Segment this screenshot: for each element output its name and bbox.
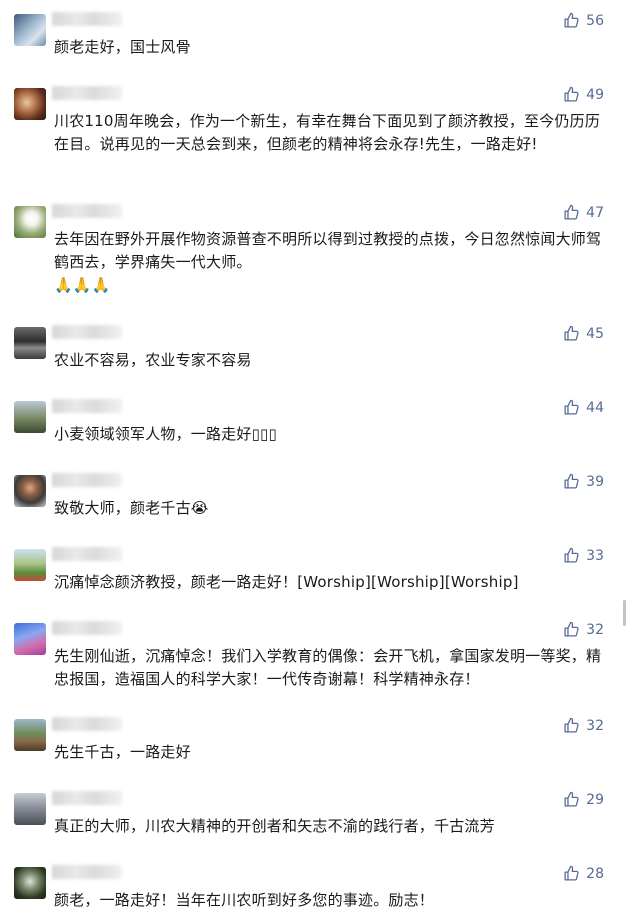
nickname[interactable] bbox=[52, 547, 122, 561]
nickname[interactable] bbox=[52, 865, 122, 879]
comment-item: 44 小麦领域领军人物，一路走好▯▯▯ bbox=[0, 387, 626, 461]
like-button[interactable]: 29 bbox=[563, 791, 604, 808]
avatar[interactable] bbox=[14, 793, 46, 825]
comment-item: 39 致敬大师，颜老千古😭 bbox=[0, 461, 626, 535]
comment-text: 小麦领域领军人物，一路走好▯▯▯ bbox=[54, 425, 277, 443]
avatar[interactable] bbox=[14, 549, 46, 581]
like-button[interactable]: 33 bbox=[563, 547, 604, 564]
comment-text: 川农110周年晚会，作为一个新生，有幸在舞台下面见到了颜济教授，至今仍历历在目。… bbox=[54, 112, 601, 153]
nickname[interactable] bbox=[52, 325, 122, 339]
avatar[interactable] bbox=[14, 867, 46, 899]
like-count: 32 bbox=[586, 621, 604, 638]
avatar[interactable] bbox=[14, 719, 46, 751]
like-count: 56 bbox=[586, 12, 604, 29]
comment-text: 颜老走好，国士风骨 bbox=[54, 38, 191, 56]
like-count: 45 bbox=[586, 325, 604, 342]
like-count: 33 bbox=[586, 547, 604, 564]
comment-text: 颜老，一路走好！当年在川农听到好多您的事迹。励志！ bbox=[54, 891, 435, 909]
like-count: 39 bbox=[586, 473, 604, 490]
avatar[interactable] bbox=[14, 475, 46, 507]
like-count: 28 bbox=[586, 865, 604, 882]
comment-item: 49 川农110周年晚会，作为一个新生，有幸在舞台下面见到了颜济教授，至今仍历历… bbox=[0, 74, 626, 196]
like-button[interactable]: 47 bbox=[563, 204, 604, 221]
like-count: 47 bbox=[586, 204, 604, 221]
comment-item: 47 去年因在野外开展作物资源普查不明所以得到过教授的点拨，今日忽然惊闻大师驾鹤… bbox=[0, 192, 626, 320]
comment-item: 29 真正的大师，川农大精神的开创者和矢志不渝的践行者，千古流芳 bbox=[0, 779, 626, 853]
thumbs-up-icon bbox=[564, 717, 579, 733]
like-button[interactable]: 56 bbox=[563, 12, 604, 29]
comment-item: 28 颜老，一路走好！当年在川农听到好多您的事迹。励志！ bbox=[0, 853, 626, 919]
thumbs-up-icon bbox=[564, 204, 579, 220]
like-button[interactable]: 32 bbox=[563, 621, 604, 638]
thumbs-up-icon bbox=[564, 473, 579, 489]
nickname[interactable] bbox=[52, 791, 122, 805]
comment-text: 先生刚仙逝，沉痛悼念！我们入学教育的偶像：会开飞机，拿国家发明一等奖，精忠报国，… bbox=[54, 647, 602, 688]
comment-text: 沉痛悼念颜济教授，颜老一路走好！[Worship][Worship][Worsh… bbox=[54, 573, 519, 591]
praying-hands-emoji: 🙏🙏🙏 bbox=[54, 276, 111, 294]
comment-item: 56 颜老走好，国士风骨 bbox=[0, 0, 626, 76]
comment-item: 32 先生千古，一路走好 bbox=[0, 705, 626, 779]
comment-text: 先生千古，一路走好 bbox=[54, 743, 191, 761]
avatar[interactable] bbox=[14, 88, 46, 120]
comment-item: 33 沉痛悼念颜济教授，颜老一路走好！[Worship][Worship][Wo… bbox=[0, 535, 626, 609]
nickname[interactable] bbox=[52, 204, 122, 218]
like-button[interactable]: 44 bbox=[563, 399, 604, 416]
thumbs-up-icon bbox=[564, 399, 579, 415]
avatar[interactable] bbox=[14, 401, 46, 433]
like-count: 44 bbox=[586, 399, 604, 416]
like-button[interactable]: 45 bbox=[563, 325, 604, 342]
thumbs-up-icon bbox=[564, 865, 579, 881]
comment-item: 32 先生刚仙逝，沉痛悼念！我们入学教育的偶像：会开飞机，拿国家发明一等奖，精忠… bbox=[0, 609, 626, 707]
nickname[interactable] bbox=[52, 473, 122, 487]
avatar[interactable] bbox=[14, 206, 46, 238]
comment-item: 45 农业不容易，农业专家不容易 bbox=[0, 313, 626, 387]
comment-text: 真正的大师，川农大精神的开创者和矢志不渝的践行者，千古流芳 bbox=[54, 817, 495, 835]
thumbs-up-icon bbox=[564, 12, 579, 28]
nickname[interactable] bbox=[52, 621, 122, 635]
like-count: 32 bbox=[586, 717, 604, 734]
like-button[interactable]: 49 bbox=[563, 86, 604, 103]
comment-text: 农业不容易，农业专家不容易 bbox=[54, 351, 252, 369]
like-count: 49 bbox=[586, 86, 604, 103]
comment-text: 致敬大师，颜老千古😭 bbox=[54, 499, 209, 517]
thumbs-up-icon bbox=[564, 547, 579, 563]
avatar[interactable] bbox=[14, 327, 46, 359]
nickname[interactable] bbox=[52, 12, 122, 26]
nickname[interactable] bbox=[52, 86, 122, 100]
like-button[interactable]: 32 bbox=[563, 717, 604, 734]
comment-text: 去年因在野外开展作物资源普查不明所以得到过教授的点拨，今日忽然惊闻大师驾鹤西去，… bbox=[54, 230, 602, 294]
like-button[interactable]: 28 bbox=[563, 865, 604, 882]
like-button[interactable]: 39 bbox=[563, 473, 604, 490]
thumbs-up-icon bbox=[564, 621, 579, 637]
avatar[interactable] bbox=[14, 14, 46, 46]
thumbs-up-icon bbox=[564, 86, 579, 102]
like-count: 29 bbox=[586, 791, 604, 808]
avatar[interactable] bbox=[14, 623, 46, 655]
nickname[interactable] bbox=[52, 717, 122, 731]
thumbs-up-icon bbox=[564, 791, 579, 807]
comment-list: 56 颜老走好，国士风骨 49 川农110周年晚会，作为一个新生，有幸在舞台下面… bbox=[0, 0, 626, 919]
nickname[interactable] bbox=[52, 399, 122, 413]
thumbs-up-icon bbox=[564, 325, 579, 341]
